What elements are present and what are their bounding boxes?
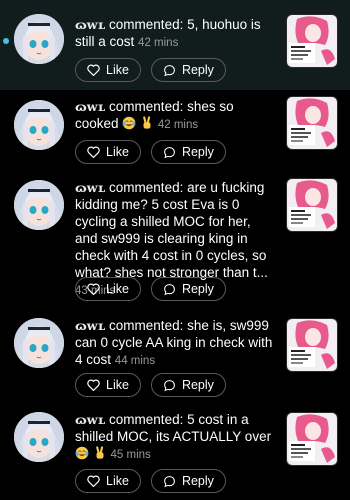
heart-icon [87,146,100,158]
comment-text: ɷwʟ commented: shes so cooked 42 mins [75,98,275,134]
comment-text: ɷwʟ commented: 5 cost in a shilled MOC, … [75,411,275,464]
avatar[interactable] [14,318,64,368]
reply-button[interactable]: Reply [150,58,226,82]
timestamp: 42 mins [157,119,199,131]
comment-body: are u fucking kidding me? 5 cost Eva is … [75,180,268,280]
like-label: Like [106,378,129,392]
timestamp: 42 mins [138,37,179,49]
victory-hand-icon [95,446,104,459]
speech-bubble-icon [164,475,175,487]
reply-button[interactable]: Reply [150,469,226,493]
username[interactable]: ɷwʟ [75,17,105,32]
notification-item[interactable]: ɷwʟ commented: she is, sw999 can 0 cycle… [0,310,350,402]
speech-bubble-icon [164,146,175,158]
notification-item[interactable]: ɷwʟ commented: 5, huohuo is still a cost… [0,0,350,90]
username[interactable]: ɷwʟ [75,318,105,333]
timestamp: 44 mins [114,355,156,367]
avatar[interactable] [14,100,64,150]
avatar[interactable] [14,14,64,64]
post-thumbnail[interactable] [286,178,338,232]
username[interactable]: ɷwʟ [75,180,105,195]
heart-icon [87,379,100,391]
like-button[interactable]: Like [75,373,141,397]
post-thumbnail[interactable] [286,318,338,372]
comment-verb: commented: [109,318,184,333]
like-label: Like [106,63,129,77]
speech-bubble-icon [164,283,175,295]
timestamp: 45 mins [110,449,151,461]
unread-dot [3,38,9,44]
comment-text: ɷwʟ commented: she is, sw999 can 0 cycle… [75,317,275,370]
heart-icon [87,283,100,295]
reply-label: Reply [181,145,214,159]
reply-button[interactable]: Reply [150,140,226,164]
like-button[interactable]: Like [75,277,141,301]
comment-verb: commented: [109,180,184,195]
username[interactable]: ɷwʟ [75,412,105,427]
face-with-tears-of-joy-icon [123,116,136,130]
post-thumbnail[interactable] [286,96,338,150]
avatar[interactable] [14,180,64,230]
reply-label: Reply [181,378,214,392]
heart-icon [87,64,100,76]
username[interactable]: ɷwʟ [75,99,105,114]
reply-label: Reply [181,474,214,488]
like-button[interactable]: Like [75,140,141,164]
face-with-tears-of-joy-icon [75,446,89,460]
reply-label: Reply [181,282,214,296]
speech-bubble-icon [164,64,175,76]
notification-item[interactable]: ɷwʟ commented: shes so cooked 42 mins Li… [0,90,350,170]
victory-hand-icon [143,116,151,129]
post-thumbnail[interactable] [286,14,338,68]
notification-item[interactable]: ɷwʟ commented: 5 cost in a shilled MOC, … [0,402,350,500]
avatar[interactable] [14,412,64,462]
like-label: Like [106,145,129,159]
notification-item[interactable]: ɷwʟ commented: are u fucking kidding me?… [0,170,350,310]
speech-bubble-icon [164,379,175,391]
like-button[interactable]: Like [75,58,141,82]
comment-verb: commented: [109,17,184,32]
like-button[interactable]: Like [75,469,141,493]
comment-verb: commented: [109,412,184,427]
like-label: Like [106,282,129,296]
comment-verb: commented: [109,99,184,114]
reply-label: Reply [181,63,214,77]
like-label: Like [106,474,129,488]
heart-icon [87,475,100,487]
reply-button[interactable]: Reply [150,277,226,301]
reply-button[interactable]: Reply [150,373,226,397]
post-thumbnail[interactable] [286,412,338,466]
comment-text: ɷwʟ commented: 5, huohuo is still a cost… [75,16,275,52]
